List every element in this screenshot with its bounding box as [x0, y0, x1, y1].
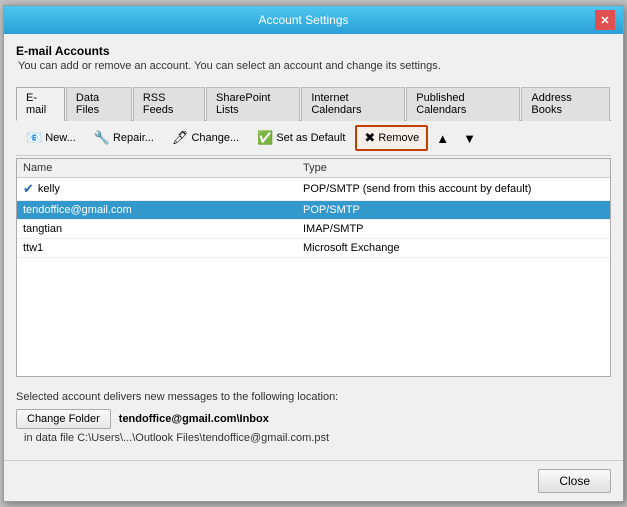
title-bar: Account Settings ✕	[4, 6, 623, 34]
change-folder-button[interactable]: Change Folder	[16, 409, 111, 429]
table-row[interactable]: tendoffice@gmail.com POP/SMTP	[17, 201, 610, 220]
move-down-button[interactable]: ▼	[457, 127, 482, 150]
row-type: IMAP/SMTP	[303, 223, 604, 235]
folder-path: in data file C:\Users\...\Outlook Files\…	[24, 432, 611, 444]
row-type: Microsoft Exchange	[303, 242, 604, 254]
header-description: You can add or remove an account. You ca…	[18, 60, 611, 72]
remove-button[interactable]: ✖ Remove	[355, 125, 428, 151]
tab-published-calendars[interactable]: Published Calendars	[406, 87, 520, 121]
tab-rss-feeds[interactable]: RSS Feeds	[133, 87, 205, 121]
row-type: POP/SMTP (send from this account by defa…	[303, 183, 604, 195]
close-window-button[interactable]: ✕	[595, 10, 615, 30]
tab-sharepoint-lists[interactable]: SharePoint Lists	[206, 87, 300, 121]
table-row[interactable]: tangtian IMAP/SMTP	[17, 220, 610, 239]
account-settings-window: Account Settings ✕ E-mail Accounts You c…	[3, 5, 624, 502]
table-row[interactable]: ttw1 Microsoft Exchange	[17, 239, 610, 258]
table-row[interactable]: ✔ kelly POP/SMTP (send from this account…	[17, 178, 610, 201]
col-header-name: Name	[23, 162, 303, 174]
repair-button[interactable]: 🔧 Repair...	[86, 126, 162, 150]
tab-address-books[interactable]: Address Books	[521, 87, 610, 121]
col-header-type: Type	[303, 162, 604, 174]
row-name: tangtian	[23, 223, 303, 235]
folder-row: Change Folder tendoffice@gmail.com\Inbox	[16, 409, 611, 429]
folder-name: tendoffice@gmail.com\Inbox	[119, 413, 269, 425]
down-arrow-icon: ▼	[463, 131, 476, 146]
tab-internet-calendars[interactable]: Internet Calendars	[301, 87, 405, 121]
row-name: tendoffice@gmail.com	[23, 204, 303, 216]
set-default-icon: ✅	[257, 130, 273, 146]
table-header: Name Type	[17, 159, 610, 178]
repair-icon: 🔧	[94, 130, 110, 146]
accounts-table: Name Type ✔ kelly POP/SMTP (send from th…	[16, 158, 611, 377]
change-icon: 🖊	[172, 130, 189, 146]
header-section: E-mail Accounts You can add or remove an…	[16, 44, 611, 72]
row-name: ✔ kelly	[23, 181, 303, 197]
bottom-section: Selected account delivers new messages t…	[16, 385, 611, 450]
footer: Close	[4, 460, 623, 501]
toolbar: 📧 New... 🔧 Repair... 🖊 Change... ✅ Set a…	[16, 121, 611, 156]
close-button[interactable]: Close	[538, 469, 611, 493]
deliver-text: Selected account delivers new messages t…	[16, 391, 611, 403]
set-default-button[interactable]: ✅ Set as Default	[249, 126, 353, 150]
window-body: E-mail Accounts You can add or remove an…	[4, 34, 623, 460]
tab-data-files[interactable]: Data Files	[66, 87, 132, 121]
row-type: POP/SMTP	[303, 204, 604, 216]
default-check-icon: ✔	[23, 181, 34, 197]
new-button[interactable]: 📧 New...	[18, 126, 84, 150]
move-up-button[interactable]: ▲	[430, 127, 455, 150]
header-title: E-mail Accounts	[16, 44, 611, 58]
tabs-container: E-mail Data Files RSS Feeds SharePoint L…	[16, 86, 611, 121]
table-rows: ✔ kelly POP/SMTP (send from this account…	[17, 178, 610, 258]
row-name: ttw1	[23, 242, 303, 254]
new-icon: 📧	[26, 130, 42, 146]
change-button[interactable]: 🖊 Change...	[164, 126, 247, 150]
up-arrow-icon: ▲	[436, 131, 449, 146]
tab-email[interactable]: E-mail	[16, 87, 65, 121]
window-title: Account Settings	[12, 13, 595, 27]
remove-icon: ✖	[364, 130, 375, 146]
